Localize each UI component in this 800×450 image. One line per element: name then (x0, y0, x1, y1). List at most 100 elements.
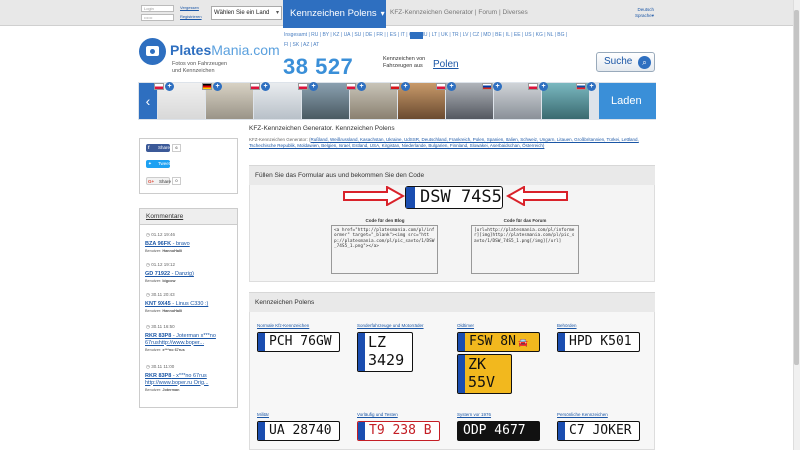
eu-band (558, 333, 565, 351)
facebook-share-label: Share (158, 145, 171, 150)
language-current[interactable]: Deutsch (637, 7, 654, 12)
language-select[interactable]: Sprache▾ (635, 13, 654, 19)
eu-band (458, 355, 465, 393)
tweet-button[interactable]: ✦ Tweet (146, 160, 170, 168)
plate-oldtimer-moto[interactable]: ZK 55V (457, 354, 512, 394)
nav-forum[interactable]: Forum (478, 9, 497, 16)
plate-authority[interactable]: HPD K501 (557, 332, 640, 352)
plate-text: ZK 55V (468, 355, 496, 391)
comment-link[interactable]: BZA 96FK - bravo (145, 241, 233, 248)
plate-count: 38 527 (283, 54, 354, 79)
google-plus-icon: G+ (148, 179, 155, 184)
plate-type-label[interactable]: Behörden (557, 323, 577, 328)
forum-code-textarea[interactable]: [url=http://platesmania.com/pl/informer]… (471, 225, 579, 274)
plate-normal[interactable]: PCH 76GW (257, 332, 340, 352)
country-select[interactable]: Wählen Sie ein Land ▾ (211, 6, 282, 20)
country-list[interactable]: Insgesamt | RU | BY | KZ | UA | SU | DE … (284, 30, 654, 41)
plus-icon[interactable]: + (493, 82, 502, 91)
plate-text: T9 238 B (369, 423, 432, 438)
eu-band (258, 333, 265, 351)
plate-type-label[interactable]: Oldtimer (457, 323, 474, 328)
camera-icon[interactable] (139, 38, 166, 65)
comment-author-label: Benutzer: (145, 249, 162, 253)
car-icon: 🚘 (517, 338, 528, 347)
country-list-2[interactable]: FI | SK | AZ | AT (284, 40, 654, 51)
generated-plate[interactable]: DSW 74S5 (405, 186, 503, 209)
plate-text: C7 JOKER (569, 423, 632, 438)
plate-military[interactable]: UA 28740 (257, 421, 340, 441)
comment-text: - bravo (171, 241, 190, 247)
eu-band (358, 422, 365, 440)
eu-band (358, 333, 365, 371)
google-count: 0 (172, 177, 181, 185)
menu-kennzeichen-polens[interactable]: Kennzeichen Polens ▾ (283, 0, 386, 28)
flag-ru-icon (482, 83, 492, 90)
chevron-down-icon: ▾ (651, 13, 654, 18)
plate-pre1976[interactable]: ODP 4677 (457, 421, 540, 441)
plate-text: LZ 3429 (368, 333, 405, 369)
plate-type-label[interactable]: Normale Kfz-Kennzeichen (257, 323, 309, 328)
plus-icon[interactable]: + (539, 82, 548, 91)
comment-plate: RKR 83P8 (145, 373, 172, 379)
password-input[interactable]: •••••• (141, 14, 174, 21)
load-button[interactable]: Laden (599, 83, 656, 119)
comments-title[interactable]: Kommentare (139, 208, 238, 225)
plus-icon[interactable]: + (165, 82, 174, 91)
breadcrumb: KFZ-Kennzeichen Generator. Kennzeichen P… (249, 125, 395, 132)
logo[interactable]: PlatesMania.com (170, 42, 280, 58)
plate-personal[interactable]: C7 JOKER (557, 421, 640, 441)
plate-special[interactable]: LZ 3429 (357, 332, 413, 372)
plus-icon[interactable]: + (447, 82, 456, 91)
plus-icon[interactable]: + (401, 82, 410, 91)
arrow-left-icon (506, 186, 568, 206)
comment-link[interactable]: KNT 9X45 - Linus C330 :) (145, 301, 233, 308)
chevron-down-icon: ▾ (275, 10, 279, 16)
forgot-link[interactable]: Vergessen (180, 5, 199, 10)
comment-date: ◷ 01.12 19:46 (146, 232, 175, 238)
plus-icon[interactable]: + (213, 82, 222, 91)
comment-author-name: bigcow (162, 279, 176, 283)
country-select-label: Wählen Sie ein Land (214, 10, 270, 16)
flag-pl-icon (154, 83, 164, 90)
plate-temporary[interactable]: T9 238 B (357, 421, 440, 441)
plus-icon[interactable]: + (309, 82, 318, 91)
country-link-polen[interactable]: Polen (433, 59, 459, 70)
comment-author: Benutzer: HannoHalli (145, 249, 182, 253)
country-current-pl[interactable] (410, 32, 423, 39)
login-input[interactable]: Login (141, 5, 174, 12)
comment-link[interactable]: RKR 83P8 - Joterman x***no 67rushttp://w… (145, 333, 233, 346)
search-button[interactable]: Suche ⌕ (596, 52, 655, 72)
comment-link[interactable]: GD 71922 - Danzig) (145, 271, 233, 278)
scrollbar-thumb[interactable] (794, 10, 799, 365)
search-button-label: Suche (604, 56, 633, 67)
plate-type-label[interactable]: Systern vor 1976 (457, 412, 491, 417)
register-link[interactable]: Registrieren (180, 14, 202, 19)
eu-band (558, 422, 565, 440)
plate-type-label[interactable]: Persönliche Kennzeichen (557, 412, 608, 417)
flag-pl-icon (298, 83, 308, 90)
flag-pl-icon (346, 83, 356, 90)
plate-type-label[interactable]: Vorläufig und Testen (357, 412, 398, 417)
plate-type-label[interactable]: Militär (257, 412, 269, 417)
comment-author: Benutzer: bigcow (145, 279, 175, 283)
nav-generator[interactable]: KFZ-Kennzeichen Generator (390, 9, 473, 16)
plus-icon[interactable]: + (261, 82, 270, 91)
google-share-label: Share (159, 179, 172, 184)
plate-type-label[interactable]: Sonderfahrzeuge und Motorräder (357, 323, 424, 328)
plus-icon[interactable]: + (357, 82, 366, 91)
google-share-button[interactable]: G+ Share (146, 177, 172, 185)
comment-author: Benutzer: HannoHalli (145, 309, 182, 313)
flag-pl-icon (436, 83, 446, 90)
comment-author-label: Benutzer: (145, 388, 162, 392)
comment-link[interactable]: RKR 83P8 - x***no 67rus http://www.boper… (145, 373, 233, 386)
nav-diverses[interactable]: Diverses (503, 9, 528, 16)
comment-plate: BZA 96FK (145, 241, 172, 247)
facebook-share-button[interactable]: f Share (146, 144, 170, 152)
tweet-label: Tweet (158, 161, 171, 166)
comment-author-label: Benutzer: (145, 309, 162, 313)
blog-code-textarea[interactable]: <a href="http://platesmania.com/pl/infor… (331, 225, 438, 274)
comment-author-name: HannoHalli (162, 249, 183, 253)
plate-oldtimer[interactable]: FSW 8N 🚘 (457, 332, 540, 352)
plate-count-label-1: Kennzeichen von (383, 56, 426, 62)
plus-icon[interactable]: + (587, 82, 596, 91)
